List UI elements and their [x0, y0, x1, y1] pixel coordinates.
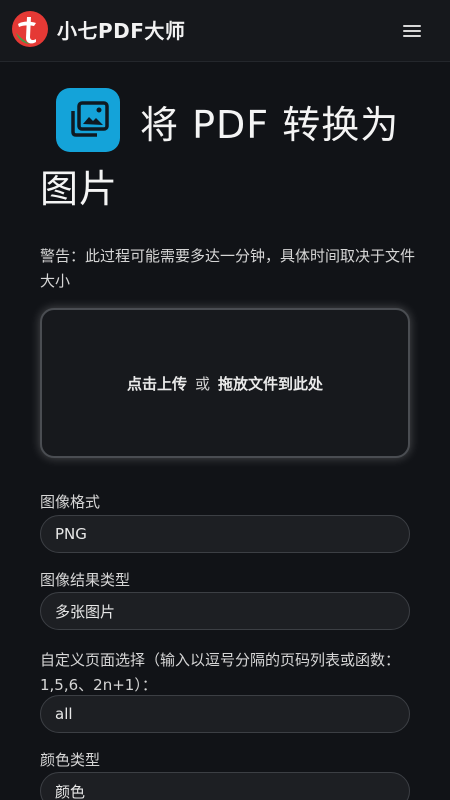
color-type-label: 颜色类型 — [40, 751, 101, 769]
page-title-continued: 图片 — [40, 167, 119, 211]
color-type-select[interactable]: 颜色 — [40, 772, 410, 800]
result-type-select[interactable]: 多张图片 — [40, 592, 410, 630]
images-icon — [56, 88, 120, 152]
navbar: 小七PDF大师 — [0, 0, 450, 62]
brand-name[interactable]: 小七PDF大师 — [57, 15, 185, 44]
page-select-input[interactable] — [40, 695, 410, 733]
result-type-label: 图像结果类型 — [40, 571, 131, 589]
page-select-label: 自定义页面选择（输入以逗号分隔的页码列表或函数：1,5,6、2n+1）： — [40, 651, 401, 694]
hamburger-menu-icon[interactable] — [398, 20, 426, 42]
page-title: 将 PDF 转换为 — [140, 103, 400, 147]
color-type-value: 颜色 — [55, 782, 86, 800]
image-format-value: PNG — [55, 525, 87, 543]
file-dropzone[interactable]: 点击上传 或 拖放文件到此处 — [40, 308, 410, 458]
image-format-select[interactable]: PNG — [40, 515, 410, 553]
click-upload-text[interactable]: 点击上传 — [127, 373, 187, 394]
warning-text: 警告：此过程可能需要多达一分钟，具体时间取决于文件大小 — [40, 247, 416, 290]
result-type-value: 多张图片 — [55, 602, 116, 621]
drag-drop-text: 拖放文件到此处 — [218, 374, 324, 393]
brand-logo-icon[interactable] — [12, 11, 48, 47]
or-text: 或 — [194, 374, 210, 393]
image-format-label: 图像格式 — [40, 493, 101, 511]
